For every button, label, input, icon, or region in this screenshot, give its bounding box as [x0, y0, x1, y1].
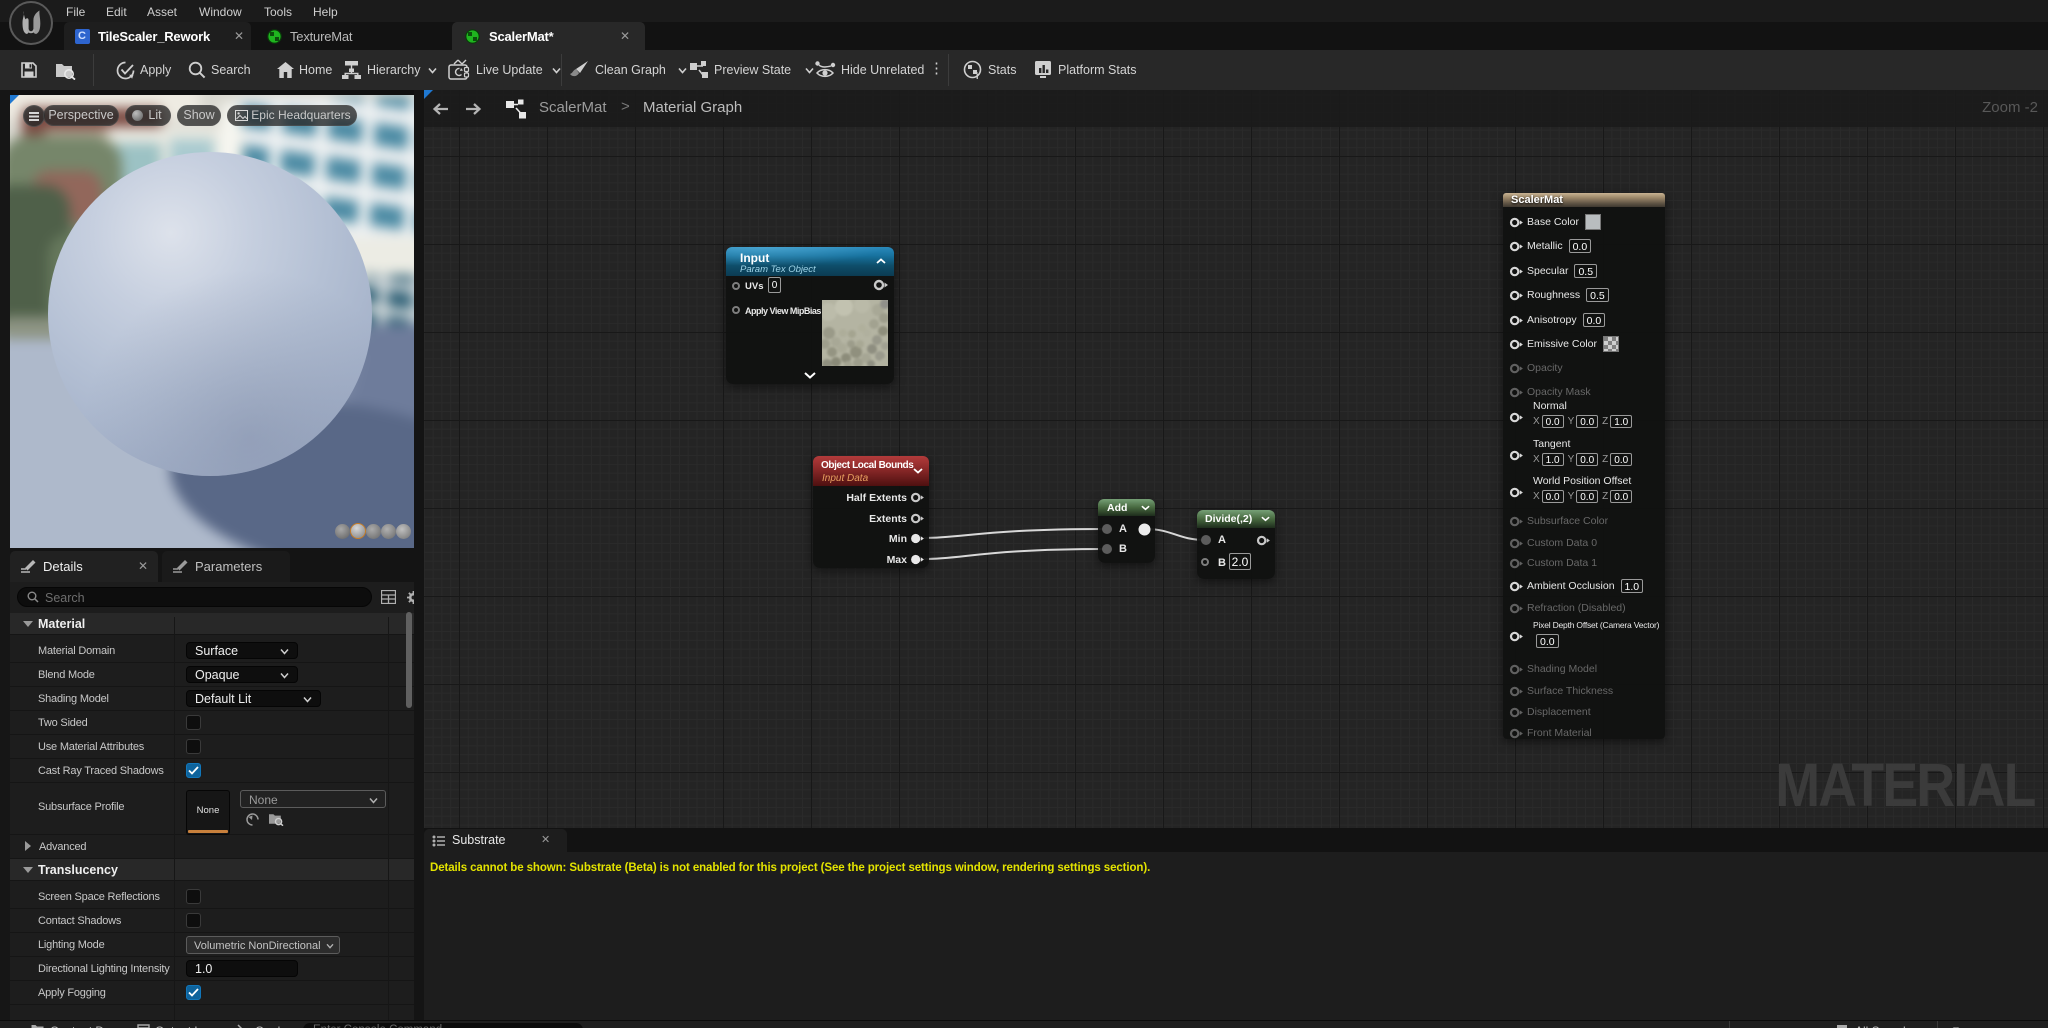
svg-text:i: i	[976, 71, 979, 80]
